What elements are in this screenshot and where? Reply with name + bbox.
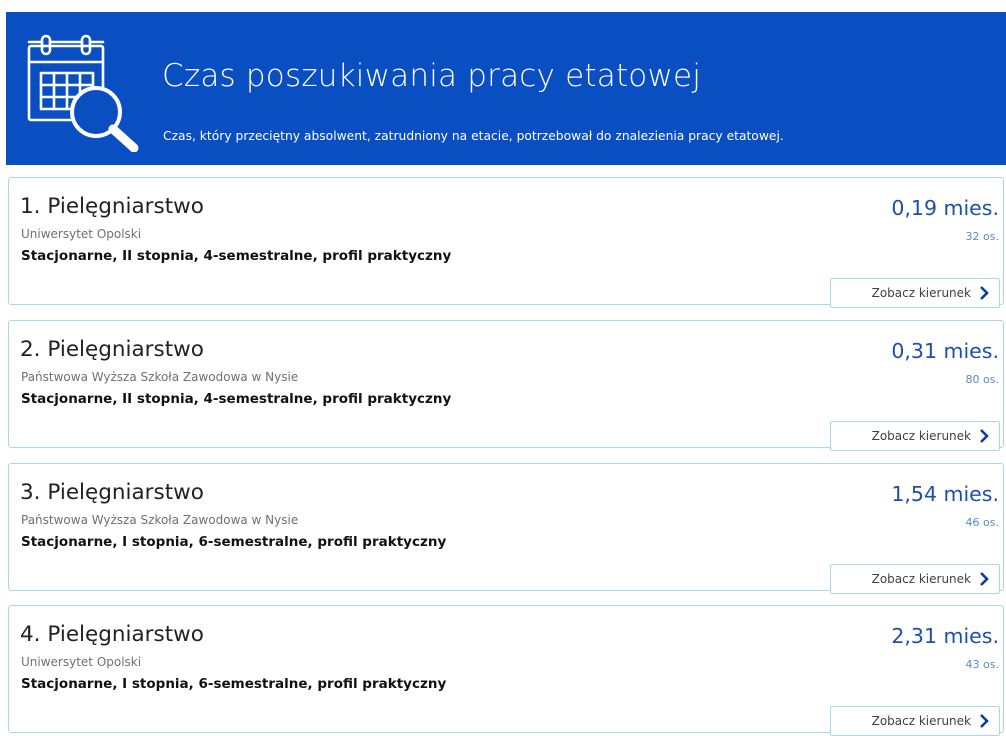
page-subtitle: Czas, który przeciętny absolwent, zatrud…	[163, 129, 784, 143]
card-study-mode: Stacjonarne, I stopnia, 6-semestralne, p…	[21, 676, 447, 692]
view-course-button-label: Zobacz kierunek	[871, 429, 971, 443]
card-study-mode: Stacjonarne, II stopnia, 4-semestralne, …	[21, 391, 452, 407]
card-people-count: 43 os.	[965, 658, 999, 671]
card-study-mode: Stacjonarne, II stopnia, 4-semestralne, …	[21, 248, 452, 264]
card-university: Uniwersytet Opolski	[21, 227, 142, 241]
card-title: 3. Pielęgniarstwo	[20, 480, 204, 505]
view-course-button[interactable]: Zobacz kierunek	[830, 706, 1000, 736]
view-course-button[interactable]: Zobacz kierunek	[830, 421, 1000, 451]
result-card: 4. Pielęgniarstwo Uniwersytet Opolski St…	[8, 605, 1004, 736]
card-title: 2. Pielęgniarstwo	[20, 337, 204, 362]
card-university: Uniwersytet Opolski	[21, 655, 142, 669]
view-course-button-label: Zobacz kierunek	[871, 572, 971, 586]
result-card: 2. Pielęgniarstwo Państwowa Wyższa Szkoł…	[8, 320, 1004, 451]
chevron-right-icon	[980, 286, 989, 300]
card-title: 4. Pielęgniarstwo	[20, 622, 204, 647]
card-study-mode: Stacjonarne, I stopnia, 6-semestralne, p…	[21, 534, 447, 550]
card-time-value: 0,31 mies.	[891, 339, 999, 363]
chevron-right-icon	[980, 429, 989, 443]
card-time-value: 0,19 mies.	[891, 196, 999, 220]
calendar-search-icon	[27, 34, 139, 152]
card-time-value: 2,31 mies.	[891, 624, 999, 648]
view-course-button[interactable]: Zobacz kierunek	[830, 564, 1000, 594]
card-people-count: 32 os.	[965, 230, 999, 243]
view-course-button-label: Zobacz kierunek	[871, 714, 971, 728]
card-people-count: 46 os.	[965, 516, 999, 529]
card-time-value: 1,54 mies.	[891, 482, 999, 506]
result-card: 1. Pielęgniarstwo Uniwersytet Opolski St…	[8, 177, 1004, 308]
view-course-button[interactable]: Zobacz kierunek	[830, 278, 1000, 308]
result-card: 3. Pielęgniarstwo Państwowa Wyższa Szkoł…	[8, 463, 1004, 594]
view-course-button-label: Zobacz kierunek	[871, 286, 971, 300]
chevron-right-icon	[980, 714, 989, 728]
card-people-count: 80 os.	[965, 373, 999, 386]
page-title: Czas poszukiwania pracy etatowej	[162, 58, 702, 94]
page-header: Czas poszukiwania pracy etatowej Czas, k…	[6, 12, 1006, 165]
card-title: 1. Pielęgniarstwo	[20, 194, 204, 219]
card-university: Państwowa Wyższa Szkoła Zawodowa w Nysie	[21, 513, 299, 527]
card-university: Państwowa Wyższa Szkoła Zawodowa w Nysie	[21, 370, 299, 384]
chevron-right-icon	[980, 572, 989, 586]
